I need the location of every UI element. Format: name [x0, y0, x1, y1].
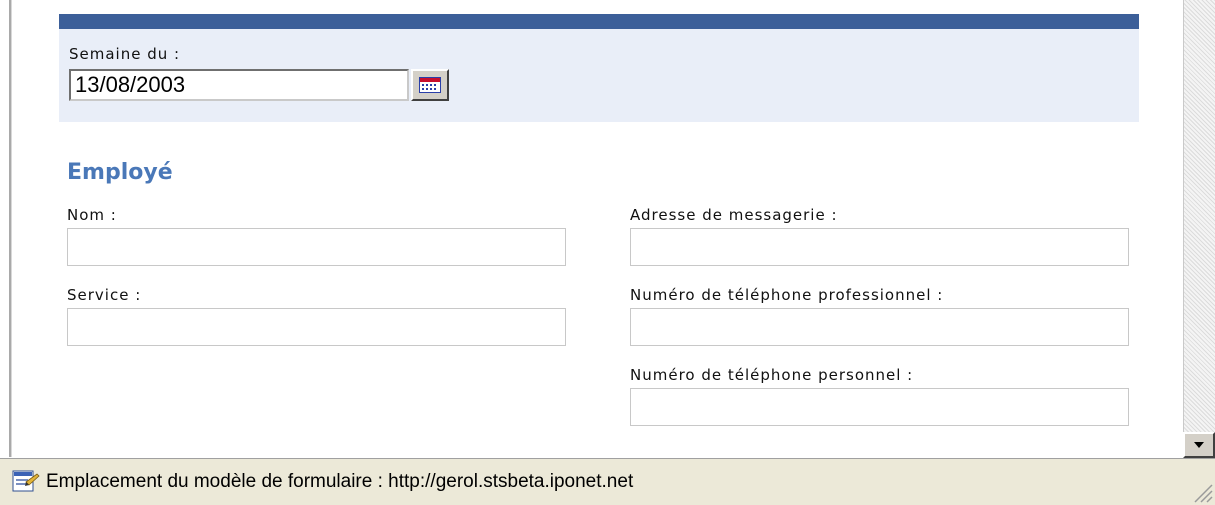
service-field[interactable] — [67, 308, 566, 346]
email-label: Adresse de messagerie : — [630, 206, 838, 224]
calendar-icon — [419, 77, 441, 93]
status-panel: Emplacement du modèle de formulaire : ht… — [12, 463, 1212, 501]
form-template-icon — [12, 470, 40, 492]
work-phone-field[interactable] — [630, 308, 1129, 346]
name-field[interactable] — [67, 228, 566, 266]
down-arrow-icon — [1194, 442, 1204, 448]
scroll-down-button[interactable] — [1183, 432, 1215, 458]
left-frame-border — [9, 0, 12, 457]
name-label: Nom : — [67, 206, 117, 224]
form-window: Semaine du : Employé Nom : Service : Adr… — [0, 0, 1215, 505]
email-field[interactable] — [630, 228, 1129, 266]
calendar-button[interactable] — [411, 69, 449, 101]
service-label: Service : — [67, 286, 142, 304]
status-text: Emplacement du modèle de formulaire : ht… — [46, 471, 634, 492]
home-phone-field[interactable] — [630, 388, 1129, 426]
status-bar: Emplacement du modèle de formulaire : ht… — [0, 458, 1215, 505]
week-label: Semaine du : — [69, 45, 181, 63]
work-phone-label: Numéro de téléphone professionnel : — [630, 286, 944, 304]
vertical-scrollbar[interactable] — [1183, 0, 1215, 458]
header-bar — [59, 14, 1139, 29]
resize-grip-icon[interactable] — [1191, 481, 1213, 503]
home-phone-label: Numéro de téléphone personnel : — [630, 366, 914, 384]
employee-section-title: Employé — [67, 160, 173, 185]
week-date-input[interactable] — [69, 69, 409, 101]
